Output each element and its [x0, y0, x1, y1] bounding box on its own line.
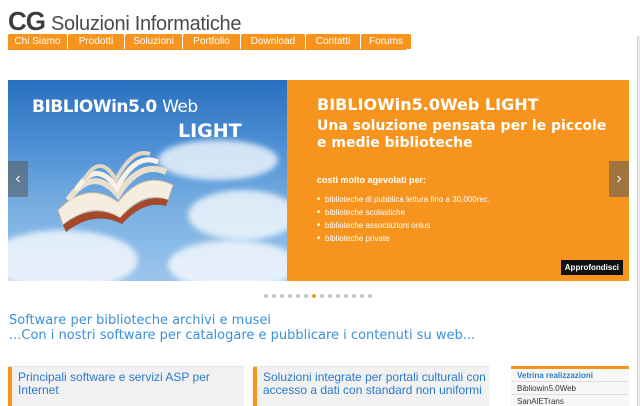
slider-dot[interactable]	[304, 294, 308, 298]
slider-next-icon[interactable]: ›	[609, 161, 629, 197]
cloud-shape	[168, 240, 287, 281]
feature-box-software[interactable]: Principali software e servizi ASP per In…	[8, 366, 244, 406]
slider-dot[interactable]	[288, 294, 292, 298]
main-nav: Chi Siamo Prodotti Soluzioni Portfolio D…	[8, 34, 412, 49]
vetrina-title: Vetrina realizzazioni	[511, 369, 629, 382]
slide-bullet-list: biblioteche di pubblica lettura fino a 3…	[317, 193, 490, 245]
slider-prev-icon[interactable]: ‹	[8, 161, 28, 197]
feature-box-soluzioni[interactable]: Soluzioni integrate per portali cultural…	[253, 366, 489, 406]
slider-dot[interactable]	[312, 294, 316, 298]
logo-text: Soluzioni Informatiche	[51, 13, 242, 35]
nav-portfolio[interactable]: Portfolio	[183, 34, 241, 49]
feature-box-title[interactable]: Soluzioni integrate per portali cultural…	[263, 371, 489, 397]
slider-dot[interactable]	[328, 294, 332, 298]
nav-prodotti[interactable]: Prodotti	[68, 34, 125, 49]
approfondisci-button[interactable]: Approfondisci	[560, 260, 623, 275]
vetrina-panel: Vetrina realizzazioni Bibliowin5.0Web Sa…	[511, 366, 629, 406]
nav-forums[interactable]: Forums	[361, 34, 412, 49]
vetrina-item[interactable]: SanAlETrans	[511, 395, 629, 406]
slide-image-subtitle: LIGHT	[178, 120, 242, 142]
slider-pagination	[264, 294, 376, 298]
box-accent-bar	[8, 367, 12, 406]
cloud-shape	[188, 190, 287, 240]
slide-costi: costi molto agevolati per:	[317, 175, 427, 185]
slider-dot[interactable]	[320, 294, 324, 298]
slider-dot[interactable]	[352, 294, 356, 298]
slide-bullet: biblioteche associazioni onlus	[317, 219, 490, 232]
feature-box-title[interactable]: Principali software e servizi ASP per In…	[18, 371, 244, 397]
slider-dot[interactable]	[344, 294, 348, 298]
slide-image-title-thin: Web	[162, 97, 198, 117]
flying-book-icon	[57, 151, 174, 232]
nav-soluzioni[interactable]: Soluzioni	[125, 34, 183, 49]
slider-dot[interactable]	[360, 294, 364, 298]
nav-download[interactable]: Download	[241, 34, 306, 49]
slider-dot[interactable]	[296, 294, 300, 298]
logo-cg: CG	[8, 6, 46, 36]
site-logo[interactable]: CG Soluzioni Informatiche	[8, 6, 241, 36]
slider-dot[interactable]	[336, 294, 340, 298]
slider-dot[interactable]	[272, 294, 276, 298]
nav-contatti[interactable]: Contatti	[306, 34, 361, 49]
nav-chi-siamo[interactable]: Chi Siamo	[8, 34, 68, 49]
slide-bullet: biblioteche private	[317, 232, 490, 245]
slider-dot[interactable]	[280, 294, 284, 298]
slide-title: BIBLIOWin5.0Web LIGHT	[317, 95, 539, 114]
vetrina-item[interactable]: Bibliowin5.0Web	[511, 382, 629, 395]
slide-bullet: biblioteche scolastiche	[317, 206, 490, 219]
slide-bullet: biblioteche di pubblica lettura fino a 3…	[317, 193, 490, 206]
headline-subtitle: ...Con i nostri software per catalogare …	[9, 328, 476, 343]
box-accent-bar	[253, 367, 257, 406]
slide-image: BIBLIOWin5.0 Web LIGHT	[8, 80, 287, 281]
nav-underline	[8, 49, 406, 50]
slide-content: BIBLIOWin5.0Web LIGHT Una soluzione pens…	[287, 80, 629, 281]
slider-dot[interactable]	[264, 294, 268, 298]
slide-subtitle: Una soluzione pensata per le piccole e m…	[317, 118, 607, 151]
slide-image-title: BIBLIOWin5.0 Web	[32, 97, 198, 117]
slide-image-title-bold: BIBLIOWin5.0	[32, 97, 157, 117]
hero-slider: BIBLIOWin5.0 Web LIGHT BIBLIOWin5.0Web L…	[8, 80, 629, 281]
slider-dot[interactable]	[368, 294, 372, 298]
headline-title: Software per biblioteche archivi e musei	[9, 313, 271, 328]
